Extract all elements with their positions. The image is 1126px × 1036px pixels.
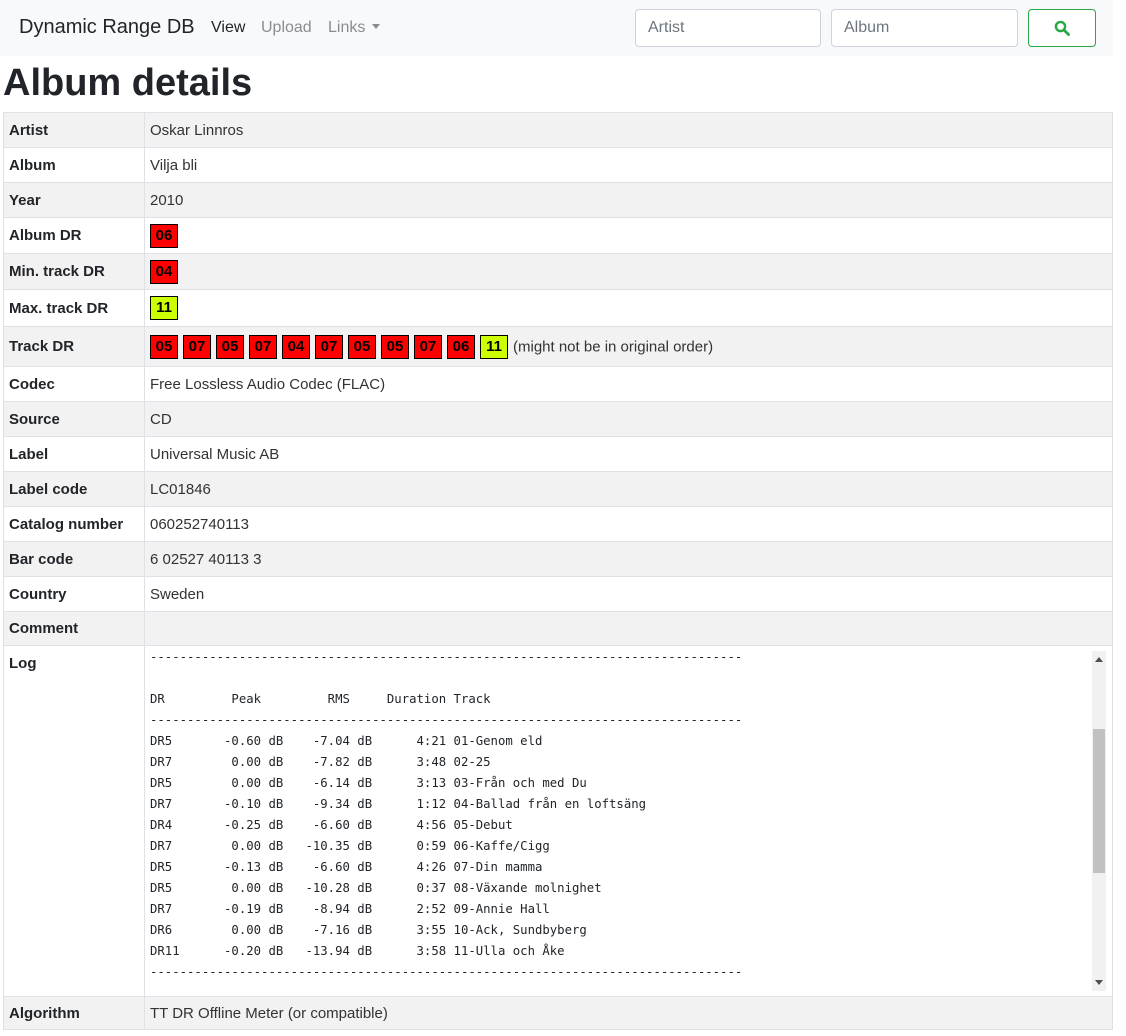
navbar: Dynamic Range DB View Upload Links — [0, 0, 1113, 56]
album-details-table: Artist Oskar Linnros Album Vilja bli Yea… — [3, 112, 1113, 1030]
row-country: Country Sweden — [3, 576, 1113, 612]
row-album-dr: Album DR 06 — [3, 217, 1113, 254]
algorithm-label: Algorithm — [3, 996, 145, 1030]
max-track-dr-badge: 11 — [150, 296, 178, 320]
label-value: Universal Music AB — [144, 436, 1113, 472]
row-label-code: Label code LC01846 — [3, 471, 1113, 507]
row-album: Album Vilja bli — [3, 147, 1113, 183]
nav-view-link[interactable]: View — [211, 19, 245, 37]
row-bar-code: Bar code 6 02527 40113 3 — [3, 541, 1113, 577]
catalog-number-label: Catalog number — [3, 506, 145, 542]
source-label: Source — [3, 401, 145, 437]
bar-code-value: 6 02527 40113 3 — [144, 541, 1113, 577]
country-value: Sweden — [144, 576, 1113, 612]
label-code-label: Label code — [3, 471, 145, 507]
track-dr-cell: 05 07 05 07 04 07 05 05 07 06 11 (might not be in o… — [144, 326, 1113, 367]
comment-value — [144, 611, 1113, 646]
track-dr-badge: 05 — [381, 334, 409, 359]
album-dr-label: Album DR — [3, 217, 145, 254]
track-dr-label: Track DR — [3, 326, 145, 367]
track-dr-badge: 06 — [447, 334, 475, 359]
source-value: CD — [144, 401, 1113, 437]
track-dr-badge: 05 — [216, 334, 244, 359]
brand-link[interactable]: Dynamic Range DB — [19, 16, 195, 39]
search-icon — [1054, 20, 1070, 36]
artist-label: Artist — [3, 112, 145, 148]
label-code-value: LC01846 — [144, 471, 1113, 507]
scroll-down-arrow-icon[interactable] — [1095, 980, 1103, 985]
row-comment: Comment — [3, 611, 1113, 646]
search-button[interactable] — [1028, 9, 1096, 47]
track-dr-badge: 05 — [150, 334, 178, 359]
artist-value: Oskar Linnros — [144, 112, 1113, 148]
comment-label: Comment — [3, 611, 145, 646]
row-artist: Artist Oskar Linnros — [3, 112, 1113, 148]
track-dr-badge: 05 — [348, 334, 376, 359]
label-label: Label — [3, 436, 145, 472]
log-text: ----------------------------------------… — [150, 650, 743, 979]
algorithm-value: TT DR Offline Meter (or compatible) — [144, 996, 1113, 1030]
row-label: Label Universal Music AB — [3, 436, 1113, 472]
min-track-dr-badge: 04 — [150, 259, 178, 284]
max-track-dr-label: Max. track DR — [3, 289, 145, 327]
nav-upload-link[interactable]: Upload — [261, 19, 312, 37]
album-dr-cell: 06 — [144, 217, 1113, 254]
log-label: Log — [3, 645, 145, 997]
row-algorithm: Algorithm TT DR Offline Meter (or compat… — [3, 996, 1113, 1030]
album-search-input[interactable] — [831, 9, 1018, 47]
log-textarea[interactable]: ----------------------------------------… — [145, 647, 1112, 995]
row-min-track-dr: Min. track DR 04 — [3, 253, 1113, 290]
row-log: Log ------------------------------------… — [3, 645, 1113, 997]
track-dr-note: (might not be in original order) — [513, 338, 714, 355]
row-catalog-number: Catalog number 060252740113 — [3, 506, 1113, 542]
min-track-dr-cell: 04 — [144, 253, 1113, 290]
scroll-up-arrow-icon[interactable] — [1095, 657, 1103, 662]
album-label: Album — [3, 147, 145, 183]
track-dr-badge: 07 — [249, 334, 277, 359]
bar-code-label: Bar code — [3, 541, 145, 577]
track-dr-badge: 04 — [282, 334, 310, 359]
track-dr-badge: 07 — [183, 334, 211, 359]
caret-down-icon — [372, 24, 381, 29]
row-year: Year 2010 — [3, 182, 1113, 218]
log-cell: ----------------------------------------… — [144, 645, 1113, 997]
log-scrollbar[interactable] — [1092, 651, 1106, 991]
row-codec: Codec Free Lossless Audio Codec (FLAC) — [3, 366, 1113, 402]
catalog-number-value: 060252740113 — [144, 506, 1113, 542]
max-track-dr-cell: 11 — [144, 289, 1113, 327]
year-value: 2010 — [144, 182, 1113, 218]
track-dr-badges: 05 07 05 07 04 07 05 05 07 06 11 — [150, 334, 513, 359]
album-value: Vilja bli — [144, 147, 1113, 183]
nav-links-dropdown[interactable]: Links — [328, 19, 381, 37]
codec-label: Codec — [3, 366, 145, 402]
track-dr-badge: 07 — [414, 334, 442, 359]
album-dr-badge: 06 — [150, 223, 178, 248]
country-label: Country — [3, 576, 145, 612]
year-label: Year — [3, 182, 145, 218]
nav-links-label: Links — [328, 19, 366, 36]
row-source: Source CD — [3, 401, 1113, 437]
row-track-dr: Track DR 05 07 05 07 04 07 05 05 07 06 11 (might no… — [3, 326, 1113, 367]
log-scrollbar-thumb[interactable] — [1093, 728, 1105, 874]
artist-search-input[interactable] — [635, 9, 821, 47]
row-max-track-dr: Max. track DR 11 — [3, 289, 1113, 327]
track-dr-badge: 11 — [480, 334, 508, 359]
min-track-dr-label: Min. track DR — [3, 253, 145, 290]
page-title: Album details — [3, 62, 253, 104]
track-dr-badge: 07 — [315, 334, 343, 359]
codec-value: Free Lossless Audio Codec (FLAC) — [144, 366, 1113, 402]
